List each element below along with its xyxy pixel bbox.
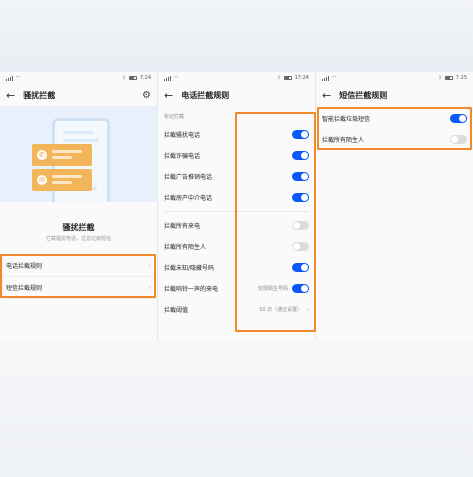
block-all-calls-row[interactable]: 拦截所有来电 xyxy=(158,215,315,236)
wifi-icon: ◠ xyxy=(332,75,337,81)
block-unknown-row[interactable]: 拦截未知/隐藏号码 xyxy=(158,257,315,278)
block-realestate-row[interactable]: 拦截房产中介电话 xyxy=(158,187,315,208)
title-bar: ← 短信拦截规则 xyxy=(316,84,473,106)
block-harassment-row[interactable]: 拦截骚扰电话 xyxy=(158,124,315,145)
row-label: 拦截广告推销电话 xyxy=(164,174,213,181)
toggle-switch[interactable] xyxy=(292,130,309,139)
hero-subtitle: 拦截骚扰电话，过滤垃圾短信 xyxy=(45,236,111,242)
toggle-switch[interactable] xyxy=(292,193,309,202)
sms-rules-item[interactable]: 短信拦截规则 › xyxy=(0,277,157,299)
toggle-switch[interactable] xyxy=(292,151,309,160)
row-label: 拦截响铃一声的来电 xyxy=(164,286,219,293)
chevron-right-icon: › xyxy=(306,305,309,314)
row-label: 拦截诈骗电话 xyxy=(164,153,201,160)
status-time: 17:24 xyxy=(294,75,309,81)
signal-icon xyxy=(164,75,171,81)
sms-rules-screen: ◠ ᛒ 7:25 ← 短信拦截规则 智能拦截垃圾短信 拦截所有陌生人 xyxy=(315,72,473,340)
status-time: 7:25 xyxy=(455,75,467,81)
signal-icon xyxy=(6,75,13,81)
wifi-icon: ◠ xyxy=(174,75,179,81)
call-rules-screen: ◠ ᛒ 17:24 ← 电话拦截规则 标记拦截 拦截骚扰电话 拦截诈骗电话 拦截广… xyxy=(157,72,315,340)
row-label: 智能拦截垃圾短信 xyxy=(322,116,371,123)
row-label: 拦截所有陌生人 xyxy=(322,137,365,144)
divider xyxy=(164,211,309,212)
status-bar: ◠ ᛒ 17:24 xyxy=(158,72,315,84)
message-bubble-icon: ✉ xyxy=(32,169,92,191)
page-title: 骚扰拦截 xyxy=(23,90,56,100)
block-one-ring-row[interactable]: 拦截响铃一声的来电 仅限陌生号码 xyxy=(158,278,315,299)
page-title: 电话拦截规则 xyxy=(181,90,230,100)
status-bar: ◠ ᛒ 7:24 xyxy=(0,72,157,84)
toggle-switch[interactable] xyxy=(450,135,467,144)
bluetooth-icon: ᛒ xyxy=(122,75,126,81)
blurred-background-bottom xyxy=(0,340,473,477)
block-threshold-row[interactable]: 拦截阈值 50 次（通过设置） › xyxy=(158,299,315,320)
status-bar: ◠ ᛒ 7:25 xyxy=(316,72,473,84)
block-ads-row[interactable]: 拦截广告推销电话 xyxy=(158,166,315,187)
hero-title: 骚扰拦截 xyxy=(62,223,95,232)
harassment-block-screen: ◠ ᛒ 7:24 ← 骚扰拦截 ⚙ ✆ ✉ 骚扰拦截 拦截骚扰电话，过滤垃圾短信 … xyxy=(0,72,157,340)
row-value: 仅限陌生号码 xyxy=(257,286,288,292)
title-bar: ← 骚扰拦截 ⚙ xyxy=(0,84,157,106)
chevron-right-icon: › xyxy=(148,283,151,292)
battery-icon xyxy=(444,76,453,80)
row-value: 50 次（通过设置） xyxy=(259,307,303,313)
rules-list: 电话拦截规则 › 短信拦截规则 › xyxy=(0,255,157,299)
call-rules-item[interactable]: 电话拦截规则 › xyxy=(0,255,157,277)
back-arrow-icon[interactable]: ← xyxy=(322,90,331,101)
signal-icon xyxy=(322,75,329,81)
toggle-switch[interactable] xyxy=(292,172,309,181)
row-label: 拦截骚扰电话 xyxy=(164,132,201,139)
title-bar: ← 电话拦截规则 xyxy=(158,84,315,106)
status-time: 7:24 xyxy=(139,75,151,81)
row-label: 拦截阈值 xyxy=(164,307,189,314)
row-label: 拦截所有来电 xyxy=(164,223,201,230)
back-arrow-icon[interactable]: ← xyxy=(164,90,173,101)
page-title: 短信拦截规则 xyxy=(339,90,388,100)
block-strangers-sms-row[interactable]: 拦截所有陌生人 xyxy=(316,129,473,150)
list-item-label: 短信拦截规则 xyxy=(6,285,43,292)
block-fraud-row[interactable]: 拦截诈骗电话 xyxy=(158,145,315,166)
bluetooth-icon: ᛒ xyxy=(438,75,442,81)
hero-illustration: ✆ ✉ xyxy=(0,106,157,202)
toggle-switch[interactable] xyxy=(292,263,309,272)
chevron-right-icon: › xyxy=(148,261,151,270)
row-label: 拦截所有陌生人 xyxy=(164,244,207,251)
bluetooth-icon: ᛒ xyxy=(277,75,281,81)
toggle-switch[interactable] xyxy=(292,221,309,230)
row-label: 拦截房产中介电话 xyxy=(164,195,213,202)
toggle-switch[interactable] xyxy=(450,114,467,123)
list-item-label: 电话拦截规则 xyxy=(6,263,43,270)
gear-icon[interactable]: ⚙ xyxy=(142,90,151,101)
toggle-switch[interactable] xyxy=(292,242,309,251)
wifi-icon: ◠ xyxy=(16,75,21,81)
blurred-background-top xyxy=(0,0,473,72)
row-label: 拦截未知/隐藏号码 xyxy=(164,265,215,272)
block-strangers-row[interactable]: 拦截所有陌生人 xyxy=(158,236,315,257)
section-header: 标记拦截 xyxy=(164,114,185,120)
battery-icon xyxy=(128,76,137,80)
battery-icon xyxy=(283,76,292,80)
smart-block-spam-row[interactable]: 智能拦截垃圾短信 xyxy=(316,108,473,129)
toggle-switch[interactable] xyxy=(292,284,309,293)
back-arrow-icon[interactable]: ← xyxy=(6,90,15,101)
call-bubble-icon: ✆ xyxy=(32,144,92,166)
